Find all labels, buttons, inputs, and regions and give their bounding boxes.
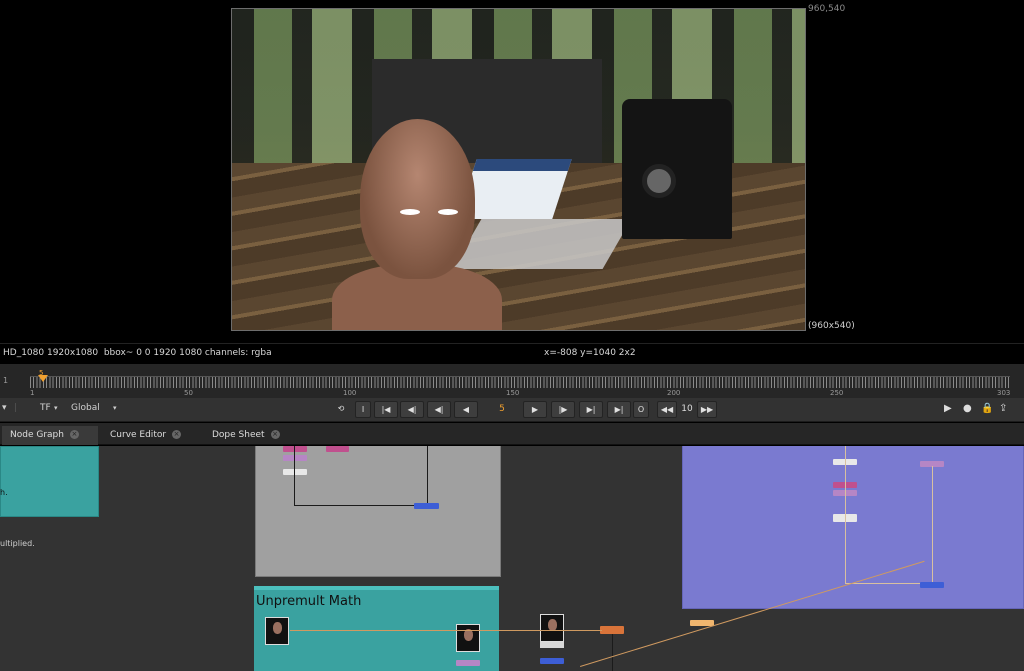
backdrop-node[interactable] <box>0 446 99 517</box>
tab-label: Dope Sheet <box>212 430 265 440</box>
tf-dropdown[interactable]: TF <box>40 403 51 413</box>
transport-bar: ▾ | TF ▾ Global ▾ ⟲ I |◀ ◀| ◀| ◀ 5 ▶ |▶ … <box>0 398 1024 422</box>
node[interactable] <box>283 455 307 461</box>
camera-lens <box>642 164 676 198</box>
node-connection <box>845 583 932 584</box>
node[interactable] <box>600 626 624 634</box>
pixel-coords: x=-808 y=1040 2x2 <box>544 348 636 358</box>
export-icon[interactable]: ⇪ <box>999 403 1007 414</box>
chevron-down-icon[interactable]: ▾ <box>54 404 58 412</box>
backdrop-node[interactable] <box>255 446 501 577</box>
format-corner-bottom-right: (960x540) <box>808 321 855 331</box>
node[interactable] <box>283 446 307 452</box>
cg-head <box>360 119 475 279</box>
lock-icon[interactable]: 🔒 <box>981 403 993 414</box>
global-dropdown[interactable]: Global <box>71 403 100 413</box>
node[interactable] <box>326 446 349 452</box>
tab-curve-editor[interactable]: Curve Editor × <box>102 426 202 445</box>
skip-forward-button[interactable]: ▶▶ <box>697 401 717 418</box>
node-connection <box>427 446 428 506</box>
close-icon[interactable]: × <box>270 430 280 439</box>
backdrop-node[interactable] <box>682 446 1024 609</box>
record-icon[interactable]: ● <box>963 403 972 414</box>
merge-node[interactable] <box>920 582 944 588</box>
node-connection <box>612 634 613 671</box>
playhead-marker[interactable] <box>38 375 48 382</box>
flipbook-icon[interactable]: ▶ <box>944 403 952 414</box>
folding-camera <box>622 99 732 239</box>
node-connection <box>845 446 846 584</box>
tick-label: 250 <box>830 389 844 397</box>
tick-label: 200 <box>667 389 681 397</box>
tab-node-graph[interactable]: Node Graph × <box>2 426 98 445</box>
sticky-note: ultiplied. <box>0 539 35 548</box>
node-graph[interactable]: h. ultiplied. Unpremult Math <box>0 446 1024 671</box>
frame-increment-field[interactable]: 10 <box>678 401 696 418</box>
tick-label: 50 <box>184 389 193 397</box>
next-keyframe-button[interactable]: ▶| <box>579 401 603 418</box>
read-node[interactable] <box>540 614 564 648</box>
timeline[interactable]: 1 5 1 50 100 150 200 250 303 <box>0 364 1024 398</box>
separator: | <box>14 403 18 413</box>
format-corner-top-right: 960,540 <box>808 4 846 14</box>
chevron-down-icon[interactable]: ▾ <box>113 404 117 412</box>
cg-head-left-eye <box>400 209 420 215</box>
close-icon[interactable]: × <box>172 430 182 439</box>
node-connection <box>294 505 428 506</box>
in-point-button[interactable]: I <box>355 401 371 418</box>
tick-label: 1 <box>30 389 35 397</box>
tick-label: 100 <box>343 389 357 397</box>
play-forward-button[interactable]: ▶ <box>523 401 547 418</box>
node-connection <box>294 446 295 506</box>
panel-tabs: Node Graph × Curve Editor × Dope Sheet × <box>0 423 1024 445</box>
node-connection <box>290 630 602 631</box>
photo-papers <box>452 219 632 269</box>
format-info: HD_1080 1920x1080 bbox~ 0 0 1920 1080 ch… <box>3 348 272 358</box>
prev-frame-button[interactable]: ◀| <box>427 401 451 418</box>
node-connection <box>932 466 933 584</box>
out-point-button[interactable]: O <box>633 401 649 418</box>
tab-label: Node Graph <box>10 430 64 440</box>
prev-keyframe-button[interactable]: ◀| <box>400 401 424 418</box>
to-end-button[interactable]: ▶| <box>607 401 631 418</box>
close-icon[interactable]: × <box>69 430 79 439</box>
node[interactable] <box>540 658 564 664</box>
node[interactable] <box>283 469 307 475</box>
read-node[interactable] <box>265 617 289 645</box>
viewer-image[interactable] <box>231 8 806 331</box>
current-frame-field[interactable]: 5 <box>486 401 518 418</box>
tab-dope-sheet[interactable]: Dope Sheet × <box>204 426 300 445</box>
viewer-info-bar: HD_1080 1920x1080 bbox~ 0 0 1920 1080 ch… <box>0 343 1024 363</box>
chevron-down-icon[interactable]: ▾ <box>2 403 7 413</box>
timeline-start-frame: 1 <box>3 376 9 385</box>
play-backward-button[interactable]: ◀ <box>454 401 478 418</box>
merge-node[interactable] <box>414 503 439 509</box>
skip-back-button[interactable]: ◀◀ <box>657 401 677 418</box>
tab-label: Curve Editor <box>110 430 167 440</box>
loop-mode-button[interactable]: ⟲ <box>332 401 350 418</box>
read-node[interactable] <box>456 624 480 652</box>
timeline-ruler[interactable] <box>30 376 1010 388</box>
backdrop-title: Unpremult Math <box>256 594 362 609</box>
to-start-button[interactable]: |◀ <box>374 401 398 418</box>
nuke-window: 960,540 (960x540) HD_1080 1920x1080 bbox… <box>0 0 1024 671</box>
cg-head-right-eye <box>438 209 458 215</box>
tick-label: 303 <box>997 389 1011 397</box>
backdrop-note: h. <box>0 488 8 497</box>
next-frame-button[interactable]: |▶ <box>551 401 575 418</box>
node[interactable] <box>456 660 480 666</box>
viewer-panel[interactable]: 960,540 (960x540) <box>0 0 1024 343</box>
tick-label: 150 <box>506 389 520 397</box>
